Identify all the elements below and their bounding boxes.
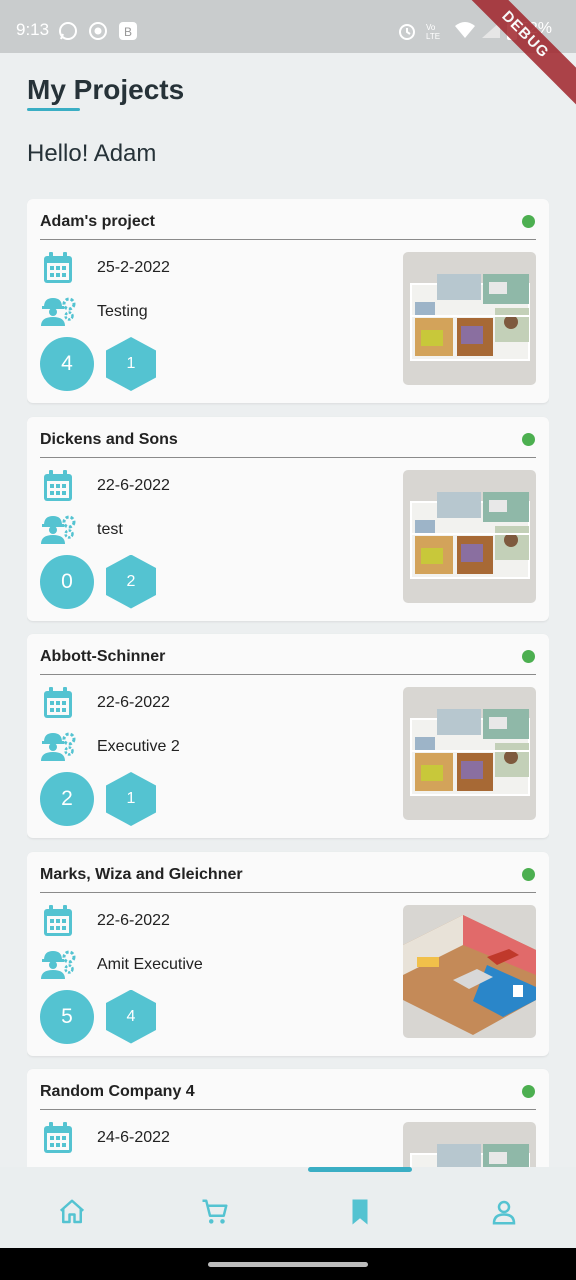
count-hexagon-badge: 2 <box>106 554 156 609</box>
count-circle-badge: 2 <box>40 772 94 826</box>
wifi-icon <box>455 22 475 38</box>
project-executive: Executive 2 <box>97 738 180 755</box>
count-circle-badge: 5 <box>40 989 94 1044</box>
project-executive: Testing <box>97 303 148 320</box>
card-divider <box>40 891 536 893</box>
project-name: Random Company 4 <box>40 1083 195 1100</box>
greeting-text: Hello! Adam <box>27 140 157 167</box>
status-indicator <box>522 432 535 446</box>
project-card[interactable]: Random Company 4 24-6-2022 <box>27 1069 549 1167</box>
project-thumbnail <box>403 469 536 603</box>
calendar-icon <box>43 687 73 719</box>
app-b-icon: B <box>119 22 137 40</box>
svg-text:Vo: Vo <box>426 23 436 32</box>
project-date: 22-6-2022 <box>97 694 170 711</box>
calendar-icon <box>43 1122 73 1154</box>
card-divider <box>40 239 536 240</box>
home-icon[interactable] <box>57 1197 87 1227</box>
nav-selected-indicator <box>308 1167 412 1172</box>
alarm-icon <box>399 24 415 40</box>
project-card[interactable]: Abbott-Schinner 22-6-2022 Executive 2 2 … <box>27 634 549 838</box>
record-icon <box>89 22 107 40</box>
calendar-icon <box>43 469 73 502</box>
volte-icon: Vo LTE <box>426 23 440 41</box>
calendar-icon <box>43 904 73 937</box>
card-divider <box>40 456 536 458</box>
executive-icon <box>39 513 77 545</box>
project-thumbnail <box>403 687 536 820</box>
executive-icon <box>39 295 77 327</box>
person-icon[interactable] <box>489 1197 519 1227</box>
page-title: My Projects <box>27 74 185 105</box>
svg-text:LTE: LTE <box>426 32 440 41</box>
project-executive: Amit Executive <box>97 955 203 973</box>
status-indicator <box>522 867 535 881</box>
project-name: Marks, Wiza and Gleichner <box>40 865 243 883</box>
card-divider <box>40 1109 536 1110</box>
svg-text:B: B <box>124 25 132 39</box>
project-thumbnail <box>403 904 536 1038</box>
status-indicator <box>522 215 535 228</box>
project-date: 22-6-2022 <box>97 476 170 494</box>
project-card[interactable]: Marks, Wiza and Gleichner 22-6-2022 Amit… <box>27 851 549 1056</box>
count-hexagon-badge: 1 <box>106 772 156 826</box>
calendar-icon <box>43 252 73 284</box>
status-bar: 9:13 B Vo LTE 52% DEBUG <box>0 0 576 112</box>
executive-icon <box>39 730 77 762</box>
project-list[interactable]: Adam's project 25-2-2022 Testing 4 1 Dic… <box>27 199 549 1167</box>
cart-icon[interactable] <box>200 1197 230 1227</box>
home-gesture-pill[interactable] <box>208 1262 368 1267</box>
project-card[interactable]: Adam's project 25-2-2022 Testing 4 1 <box>27 199 549 403</box>
project-name: Adam's project <box>40 213 155 230</box>
project-date: 24-6-2022 <box>97 1129 170 1146</box>
whatsapp-icon <box>59 22 77 40</box>
title-underline <box>27 108 80 111</box>
count-hexagon-badge: 1 <box>106 337 156 391</box>
count-circle-badge: 0 <box>40 554 94 609</box>
project-name: Abbott-Schinner <box>40 648 166 665</box>
project-thumbnail <box>403 252 536 385</box>
count-hexagon-badge: 4 <box>106 989 156 1044</box>
project-executive: test <box>97 520 123 538</box>
project-card[interactable]: Dickens and Sons 22-6-2022 test 0 2 <box>27 416 549 621</box>
project-thumbnail <box>403 1122 536 1167</box>
status-indicator <box>522 1085 535 1098</box>
status-time: 9:13 <box>16 20 50 39</box>
project-name: Dickens and Sons <box>40 430 178 448</box>
executive-icon <box>39 948 77 980</box>
project-date: 25-2-2022 <box>97 259 170 276</box>
card-divider <box>40 674 536 675</box>
project-date: 22-6-2022 <box>97 911 170 929</box>
count-circle-badge: 4 <box>40 337 94 391</box>
status-indicator <box>522 650 535 663</box>
bottom-nav <box>0 1167 576 1248</box>
bookmark-icon[interactable] <box>345 1197 375 1227</box>
